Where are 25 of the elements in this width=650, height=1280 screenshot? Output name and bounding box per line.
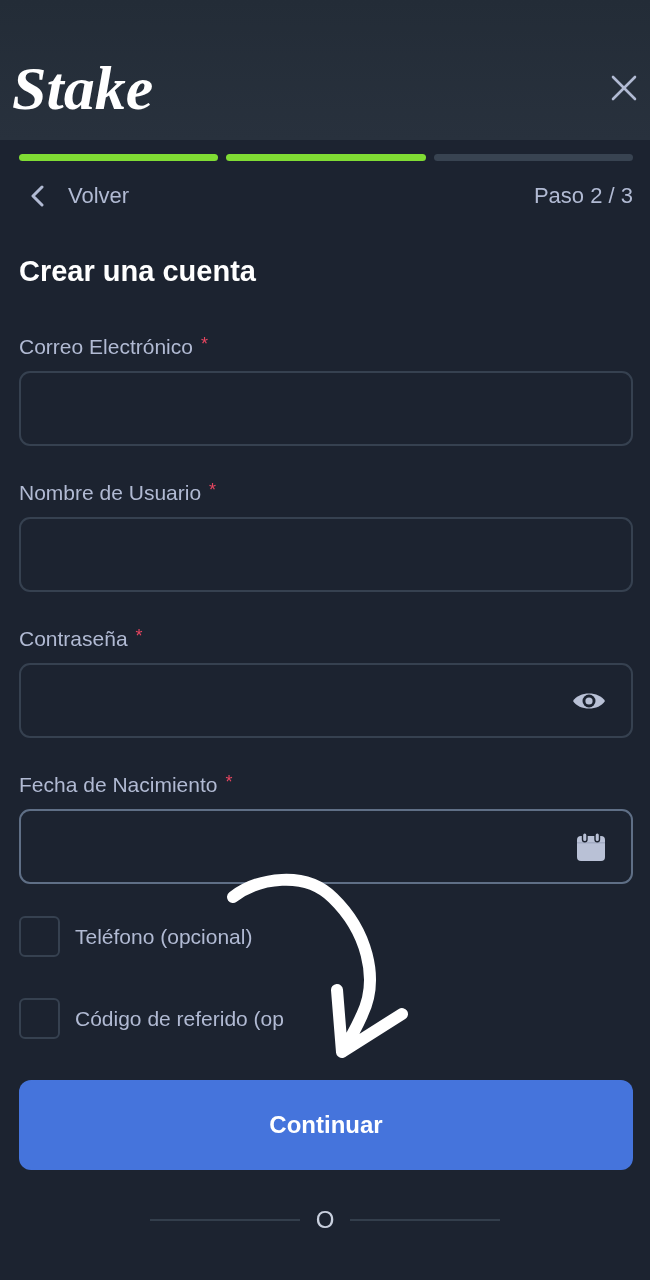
password-field[interactable]: [19, 663, 633, 738]
close-icon[interactable]: [611, 75, 637, 101]
checkbox[interactable]: [19, 998, 60, 1039]
field-label: Contraseña: [19, 626, 128, 652]
page-title: Crear una cuenta: [18, 254, 257, 288]
checkbox[interactable]: [19, 916, 60, 957]
divider-text: O: [315, 1208, 335, 1232]
continue-button[interactable]: Continuar: [19, 1080, 633, 1170]
calendar-icon[interactable]: [576, 831, 606, 862]
back-button[interactable]: Volver: [30, 183, 130, 209]
field-label: Nombre de Usuario: [19, 480, 202, 506]
email-field[interactable]: [19, 371, 633, 446]
step-counter: Paso 2 / 3: [533, 183, 633, 209]
chevron-left-icon: [30, 185, 44, 207]
required-asterisk: *: [209, 480, 217, 500]
checkbox-label: Código de referido (op: [75, 1006, 284, 1031]
required-asterisk: *: [200, 334, 208, 354]
required-asterisk: *: [225, 772, 233, 792]
date-field[interactable]: [19, 809, 633, 884]
username-field[interactable]: [19, 517, 633, 592]
field-label: Correo Electrónico: [19, 334, 193, 360]
required-asterisk: *: [135, 626, 143, 646]
checkbox-label: Teléfono (opcional): [75, 924, 253, 949]
logo: Stake: [12, 57, 154, 119]
field-label: Fecha de Nacimiento: [19, 772, 218, 798]
